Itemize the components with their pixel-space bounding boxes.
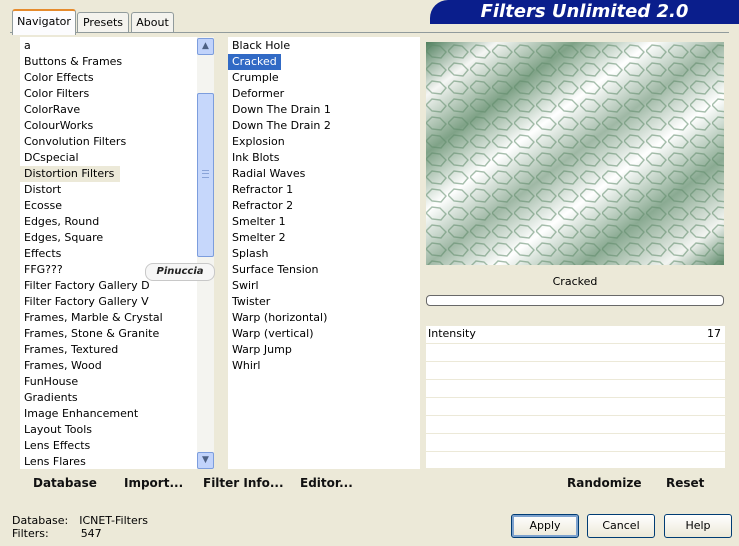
database-button[interactable]: Database [33,476,97,490]
filter-info-button[interactable]: Filter Info... [203,476,284,490]
tab-navigator[interactable]: Navigator [12,9,76,35]
category-item[interactable]: Color Filters [20,86,197,102]
filters-label: Filters: [12,527,49,540]
category-item[interactable]: Effects [20,246,197,262]
category-item[interactable]: Frames, Marble & Crystal [20,310,197,326]
filter-item[interactable]: Splash [228,246,420,262]
filter-item[interactable]: Refractor 1 [228,182,420,198]
category-item[interactable]: Buttons & Frames [20,54,197,70]
filter-preview [426,42,724,265]
tab-presets[interactable]: Presets [77,12,129,33]
import-button[interactable]: Import... [124,476,183,490]
filter-item[interactable]: Twister [228,294,420,310]
filter-item[interactable]: Radial Waves [228,166,420,182]
help-button[interactable]: Help [664,514,732,538]
category-item[interactable]: Frames, Stone & Granite [20,326,197,342]
randomize-button[interactable]: Randomize [567,476,641,490]
filter-item[interactable]: Warp Jump [228,342,420,358]
app-banner: Filters Unlimited 2.0 [430,0,739,24]
parameter-row [426,344,725,362]
category-item[interactable]: Image Enhancement [20,406,197,422]
category-item[interactable]: Frames, Wood [20,358,197,374]
database-status: Database: ICNET-Filters [12,514,148,527]
filter-item[interactable]: Down The Drain 2 [228,118,420,134]
filter-item[interactable]: Warp (horizontal) [228,310,420,326]
parameter-value[interactable]: 17 [707,327,721,340]
filter-item[interactable]: Down The Drain 1 [228,102,420,118]
filter-item[interactable]: Cracked [228,54,281,70]
reset-button[interactable]: Reset [666,476,704,490]
scroll-up-button[interactable]: ▲ [197,38,214,55]
category-item[interactable]: FunHouse [20,374,197,390]
category-scrollbar[interactable]: ▲ ▼ [197,37,214,469]
parameter-row [426,398,725,416]
cancel-button[interactable]: Cancel [587,514,655,538]
parameter-row [426,434,725,452]
filter-list[interactable]: Black Hole Cracked Crumple Deformer Down The… [228,37,420,469]
filter-item[interactable]: Ink Blots [228,150,420,166]
parameter-panel: Intensity 17 [426,326,725,470]
category-item[interactable]: Frames, Textured [20,342,197,358]
filter-item[interactable]: Whirl [228,358,420,374]
editor-button[interactable]: Editor... [300,476,353,490]
category-item[interactable]: Edges, Square [20,230,197,246]
preview-title: Cracked [426,272,724,292]
filter-item[interactable]: Smelter 2 [228,230,420,246]
progress-bar [426,295,724,306]
chevron-up-icon: ▲ [202,41,209,51]
chevron-down-icon: ▼ [202,455,209,465]
category-item[interactable]: Distort [20,182,197,198]
category-item[interactable]: Layout Tools [20,422,197,438]
database-value: ICNET-Filters [79,514,148,527]
scroll-thumb[interactable] [197,93,214,257]
category-item[interactable]: Gradients [20,390,197,406]
filter-item[interactable]: Swirl [228,278,420,294]
category-list[interactable]: a Buttons & Frames Color Effects Color Filt… [20,37,197,469]
scroll-down-button[interactable]: ▼ [197,452,214,469]
preview-image [426,42,724,265]
watermark-label: Pinuccia [145,263,215,281]
parameter-row [426,452,725,470]
tab-about[interactable]: About [131,12,174,33]
parameter-row [426,362,725,380]
filter-item[interactable]: Smelter 1 [228,214,420,230]
parameter-row [426,380,725,398]
grip-icon [202,170,209,178]
parameter-row [426,416,725,434]
filters-status: Filters: 547 [12,527,102,540]
category-item[interactable]: Lens Effects [20,438,197,454]
category-item[interactable]: Ecosse [20,198,197,214]
category-item[interactable]: Convolution Filters [20,134,197,150]
category-item[interactable]: Filter Factory Gallery V [20,294,197,310]
filter-item[interactable]: Warp (vertical) [228,326,420,342]
parameter-name: Intensity [428,327,476,340]
tab-panel-border [10,32,729,33]
category-item[interactable]: ColourWorks [20,118,197,134]
filters-value: 547 [80,527,102,540]
category-item[interactable]: Lens Flares [20,454,197,469]
filter-item[interactable]: Deformer [228,86,420,102]
apply-button[interactable]: Apply [511,514,579,538]
filter-item[interactable]: Black Hole [228,38,420,54]
category-item[interactable]: Edges, Round [20,214,197,230]
filter-item[interactable]: Explosion [228,134,420,150]
category-item[interactable]: a [20,38,197,54]
category-item[interactable]: DCspecial [20,150,197,166]
filter-item[interactable]: Crumple [228,70,420,86]
parameter-row[interactable]: Intensity 17 [426,326,725,344]
filter-item[interactable]: Refractor 2 [228,198,420,214]
database-label: Database: [12,514,69,527]
category-item[interactable]: Distortion Filters [20,166,121,182]
filter-item[interactable]: Surface Tension [228,262,420,278]
category-item[interactable]: Color Effects [20,70,197,86]
category-item[interactable]: ColorRave [20,102,197,118]
